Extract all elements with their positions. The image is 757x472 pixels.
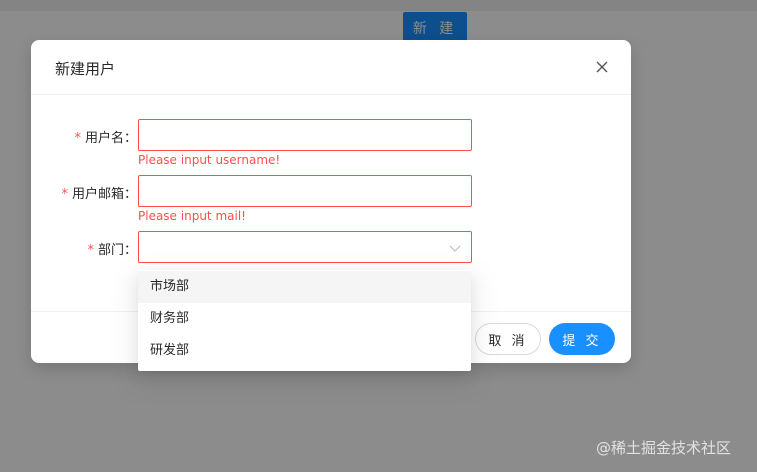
username-label: * 用户名：: [74, 127, 137, 146]
email-label: * 用户邮箱：: [61, 183, 137, 202]
submit-button[interactable]: 提 交: [549, 323, 615, 355]
chevron-down-icon: [449, 245, 461, 252]
email-label-text: 用户邮箱: [71, 187, 124, 202]
required-mark: *: [87, 243, 94, 258]
required-mark: *: [61, 187, 68, 202]
department-dropdown: 市场部 财务部 研发部: [138, 270, 471, 371]
form-row-email: * 用户邮箱： Please input mail!: [31, 175, 631, 231]
department-label: * 部门：: [87, 239, 137, 258]
modal-header: 新建用户: [31, 40, 631, 95]
required-mark: *: [74, 131, 81, 146]
username-input[interactable]: [138, 119, 472, 151]
close-icon[interactable]: [594, 59, 610, 75]
label-colon: ：: [123, 187, 137, 202]
username-error: Please input username!: [138, 153, 281, 167]
email-input[interactable]: [138, 175, 472, 207]
email-error: Please input mail!: [138, 209, 246, 223]
department-label-text: 部门: [97, 243, 124, 258]
modal-title: 新建用户: [55, 60, 116, 78]
department-select[interactable]: [138, 231, 472, 263]
dropdown-option-finance[interactable]: 财务部: [138, 303, 471, 335]
label-colon: ：: [123, 243, 137, 258]
watermark: @稀土掘金技术社区: [596, 439, 732, 457]
username-label-text: 用户名: [84, 131, 124, 146]
form-row-department: * 部门：: [31, 231, 631, 271]
mask-top-strip: [0, 0, 757, 11]
label-colon: ：: [123, 131, 137, 146]
dropdown-option-rnd[interactable]: 研发部: [138, 335, 471, 367]
dropdown-option-market[interactable]: 市场部: [138, 271, 471, 303]
cancel-button[interactable]: 取 消: [475, 323, 541, 355]
form-row-username: * 用户名： Please input username!: [31, 119, 631, 175]
